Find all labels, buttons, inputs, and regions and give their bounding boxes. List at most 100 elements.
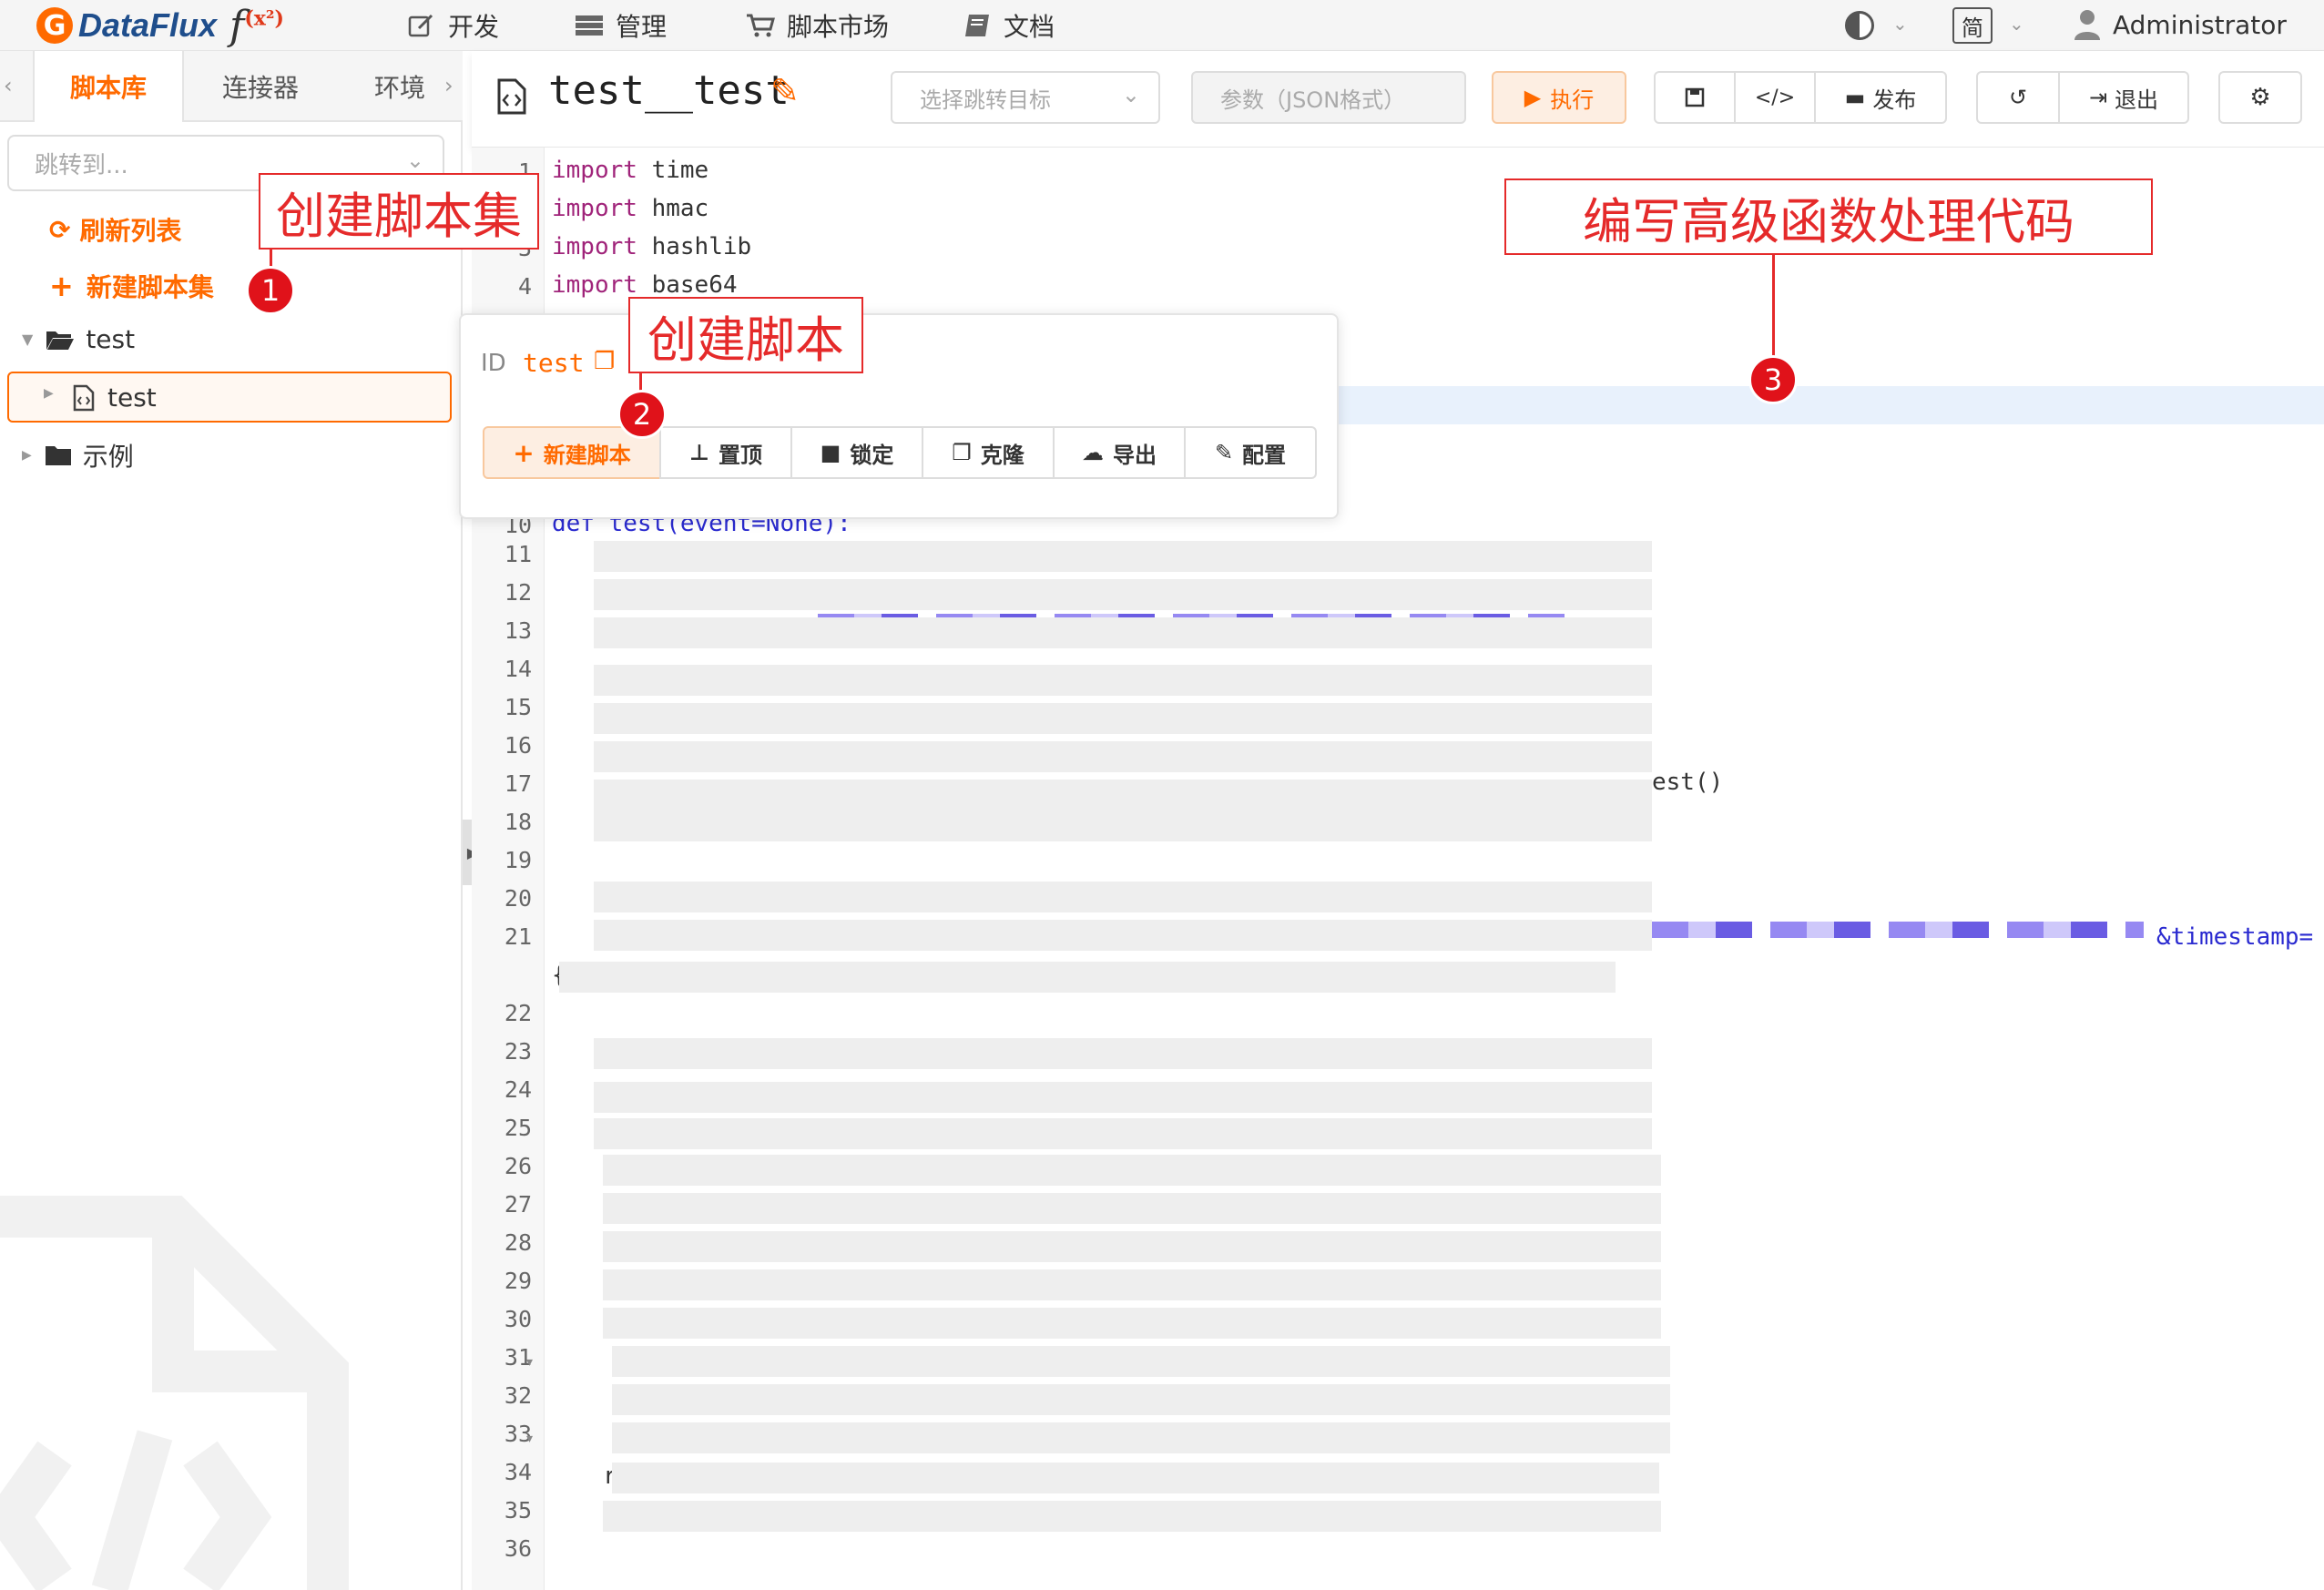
line-number: 24 — [504, 1076, 532, 1103]
theme-toggle-icon[interactable] — [1845, 11, 1874, 40]
tab-env[interactable]: 环境 — [350, 51, 450, 122]
save-icon — [1685, 87, 1705, 107]
view-code-button[interactable]: </> — [1734, 71, 1816, 124]
wrench-icon[interactable]: ✎ — [770, 71, 800, 111]
app-logo[interactable]: G DataFlux f(x²) — [36, 2, 284, 49]
id-value: test — [523, 348, 585, 378]
editor-toolbar: test__test ✎ 选择跳转目标 ⌄ 参数（JSON格式） ▶ 执行 </… — [472, 51, 2324, 148]
params-input[interactable]: 参数（JSON格式） — [1191, 71, 1466, 124]
redacted-code — [603, 1155, 1661, 1186]
redacted-code — [594, 1118, 1652, 1149]
annotation-create-script: 创建脚本 — [628, 297, 863, 373]
gear-icon: ⚙ — [2249, 84, 2271, 111]
history-button[interactable]: ↺ — [1976, 71, 2060, 124]
line-number: 30 — [504, 1306, 532, 1332]
line-number: 28 — [504, 1229, 532, 1256]
exit-icon: ⇥ — [2088, 85, 2108, 110]
tree-folder-test[interactable]: ▼ test — [22, 324, 135, 354]
logo-text: DataFlux — [78, 6, 218, 44]
fold-arrow-icon[interactable]: ▾ — [526, 1432, 533, 1446]
redacted-code — [603, 1501, 1661, 1532]
nav-develop[interactable]: 开发 — [406, 7, 499, 44]
redacted-code — [612, 1422, 1670, 1453]
nav-docs[interactable]: 文档 — [962, 7, 1055, 44]
exit-button[interactable]: ⇥ 退出 — [2058, 71, 2189, 124]
new-script-set-button[interactable]: + 新建脚本集 — [49, 268, 214, 304]
language-toggle[interactable]: 简 — [1952, 7, 1993, 44]
line-number: 25 — [504, 1115, 532, 1141]
annotation-badge-3: 3 — [1748, 355, 1798, 404]
redacted-code — [594, 882, 1652, 912]
caret-right-icon: ▶ — [44, 386, 54, 401]
nav-script-market[interactable]: 脚本市场 — [745, 7, 889, 44]
redacted-code — [603, 1231, 1661, 1262]
play-icon: ▶ — [1524, 85, 1542, 110]
clone-button[interactable]: ❐ 克隆 — [922, 426, 1055, 479]
redacted-code — [559, 962, 1616, 993]
logo-icon: G — [36, 7, 73, 44]
export-button[interactable]: ☁ 导出 — [1053, 426, 1186, 479]
redacted-code — [594, 810, 1652, 841]
annotation-connector — [1772, 255, 1775, 357]
user-menu[interactable]: Administrator — [2073, 9, 2287, 40]
line-number: 19 — [504, 847, 532, 873]
line-number: 36 — [504, 1535, 532, 1562]
line-number: 18 — [504, 809, 532, 835]
jump-target-select[interactable]: 选择跳转目标 ⌄ — [891, 71, 1160, 124]
chevron-down-icon: ⌄ — [405, 148, 424, 173]
folder-open-icon — [46, 331, 75, 350]
code-line: import base64 — [552, 271, 738, 299]
tab-connector[interactable]: 连接器 — [186, 51, 335, 122]
wrench-icon: ✎ — [1214, 440, 1234, 465]
tab-scroll-left-icon[interactable]: ‹ — [4, 73, 13, 98]
tree-folder-examples[interactable]: ▶ 示例 — [22, 437, 134, 474]
line-number: 17 — [504, 770, 532, 797]
tree-script-test[interactable]: ▶ test — [7, 372, 452, 423]
pin-button[interactable]: ⊥ 置顶 — [659, 426, 792, 479]
annotation-connector — [639, 373, 642, 392]
line-number: 16 — [504, 732, 532, 759]
code-line: import time — [552, 157, 709, 184]
line-number: 14 — [504, 656, 532, 682]
redacted-code — [612, 1346, 1670, 1377]
settings-button[interactable]: ⚙ — [2218, 71, 2302, 124]
copy-icon[interactable]: ❐ — [594, 348, 615, 375]
line-number: 26 — [504, 1153, 532, 1179]
redacted-code — [594, 541, 1652, 572]
edit-icon — [406, 12, 437, 39]
redacted-code — [603, 1269, 1661, 1300]
cart-icon — [745, 12, 776, 39]
script-title: test__test — [548, 67, 790, 114]
line-number: 21 — [504, 923, 532, 950]
nav-manage[interactable]: 管理 — [574, 7, 667, 44]
code-icon: </> — [1754, 86, 1796, 109]
logo-fx: f(x²) — [229, 2, 284, 49]
tab-scroll-right-icon[interactable]: › — [444, 73, 454, 98]
app-window: G DataFlux f(x²) 开发 管理 脚本市场 文档 ⌄ 简 ⌄ Adm… — [0, 0, 2324, 1590]
run-button[interactable]: ▶ 执行 — [1492, 71, 1626, 124]
redacted-code — [612, 1463, 1659, 1493]
save-button[interactable] — [1654, 71, 1736, 124]
redacted-code — [594, 920, 1652, 951]
code-line: import hashlib — [552, 233, 752, 260]
lock-button[interactable]: ■ 锁定 — [790, 426, 923, 479]
code-fragment: est() — [1652, 769, 1724, 796]
top-navbar: G DataFlux f(x²) 开发 管理 脚本市场 文档 ⌄ 简 ⌄ Adm… — [0, 0, 2324, 51]
redacted-code — [612, 1384, 1670, 1415]
config-button[interactable]: ✎ 配置 — [1184, 426, 1317, 479]
chevron-down-icon: ⌄ — [1121, 82, 1140, 107]
redacted-code — [594, 703, 1652, 734]
id-label: ID — [481, 350, 506, 377]
line-number: 29 — [504, 1268, 532, 1294]
redacted-code — [594, 579, 1652, 610]
tab-script-lib[interactable]: 脚本库 — [33, 51, 184, 122]
redacted-code — [594, 665, 1652, 696]
line-number: 11 — [504, 541, 532, 567]
line-number: 34 — [504, 1459, 532, 1485]
fold-arrow-icon[interactable]: ▾ — [526, 1355, 533, 1370]
redacted-code — [594, 741, 1652, 772]
chevron-down-icon: ⌄ — [1892, 13, 1908, 35]
script-sidebar: ‹ 脚本库 连接器 环境 › 跳转到... ⌄ ⟳ 刷新列表 + 新建脚本集 ▼… — [0, 51, 463, 1590]
publish-button[interactable]: ▬ 发布 — [1814, 71, 1947, 124]
refresh-list-button[interactable]: ⟳ 刷新列表 — [49, 211, 181, 248]
